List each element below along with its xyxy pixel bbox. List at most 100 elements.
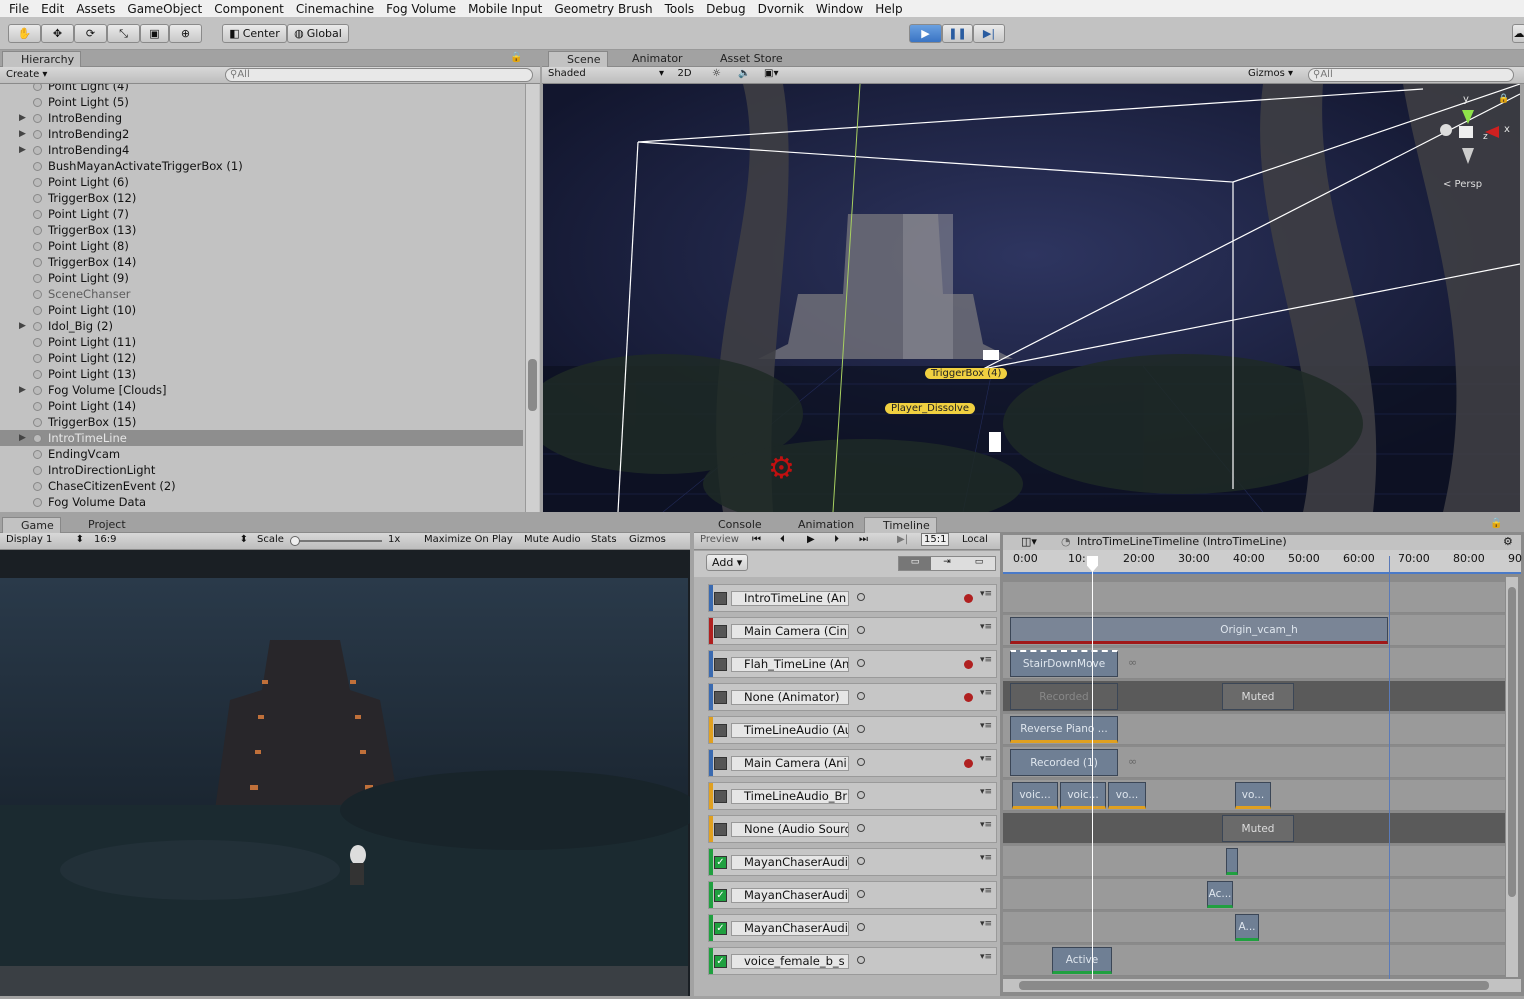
track-menu-icon[interactable]: ▾≡ [980,952,992,962]
timeline-track-header[interactable]: ✓MayanChaserAudi▾≡ [708,848,997,876]
pivot-center-button[interactable]: ◧Center [222,24,287,43]
hierarchy-item[interactable]: Point Light (8) [0,238,523,254]
track-menu-icon[interactable]: ▾≡ [980,589,992,599]
target-icon[interactable] [857,923,865,931]
prev-frame-icon[interactable]: ⏴ [780,534,785,545]
timeline-track-header[interactable]: TimeLineAudio (Au▾≡ [708,716,997,744]
track-toggle[interactable] [714,691,727,704]
move-tool-button[interactable]: ✥ [41,24,74,43]
track-menu-icon[interactable]: ▾≡ [980,886,992,896]
menu-assets[interactable]: Assets [70,2,121,16]
track-toggle[interactable] [714,658,727,671]
clip-voice[interactable]: voic... [1012,782,1058,809]
scrollbar-thumb[interactable] [1508,587,1516,897]
expand-arrow-icon[interactable]: ▶ [19,142,26,158]
timeline-track-header[interactable]: Main Camera (Ani ▾≡ [708,749,997,777]
timeline-track-header[interactable]: Main Camera (Cin▾≡ [708,617,997,645]
hierarchy-item[interactable]: Point Light (14) [0,398,523,414]
2d-toggle[interactable]: 2D [672,68,697,82]
expand-arrow-icon[interactable]: ▶ [19,318,26,334]
tab-asset-store[interactable]: Asset Store [702,51,789,67]
track-menu-icon[interactable]: ▾≡ [980,754,992,764]
track-binding-field[interactable]: MayanChaserAudi [731,855,849,870]
hierarchy-item[interactable]: TriggerBox (15) [0,414,523,430]
tab-scene[interactable]: Scene [548,51,608,67]
track-menu-icon[interactable]: ▾≡ [980,688,992,698]
tab-game[interactable]: Game [2,517,61,533]
hierarchy-item[interactable]: Point Light (9) [0,270,523,286]
timeline-lane[interactable] [1003,846,1505,877]
pause-button[interactable]: ❚❚ [942,24,973,43]
menu-geometry-brush[interactable]: Geometry Brush [548,2,658,16]
playhead-line[interactable] [1092,556,1093,980]
hierarchy-item[interactable]: Point Light (13) [0,366,523,382]
hand-tool-button[interactable]: ✋ [8,24,41,43]
scrollbar-thumb[interactable] [1019,981,1489,990]
track-toggle[interactable] [714,592,727,605]
hierarchy-item[interactable]: TriggerBox (13) [0,222,523,238]
track-toggle[interactable]: ✓ [714,922,727,935]
collab-button[interactable]: ☁ [1512,24,1524,43]
effects-icon[interactable]: ▣▾ [764,68,778,79]
target-icon[interactable] [857,626,865,634]
scene-view[interactable]: y x z < Persp 🔒 TriggerBox (4) Player_Di… [543,84,1520,512]
record-icon[interactable] [964,660,973,669]
target-icon[interactable] [857,857,865,865]
menu-help[interactable]: Help [869,2,908,16]
expand-arrow-icon[interactable]: ▶ [19,110,26,126]
menu-window[interactable]: Window [810,2,869,16]
audio-icon[interactable]: 🔈 [738,68,750,79]
hierarchy-item[interactable]: ▶IntroBending [0,110,523,126]
clip-muted[interactable]: Muted [1222,815,1294,842]
hierarchy-item[interactable]: Fog Volume Data [0,494,523,510]
track-menu-icon[interactable]: ▾≡ [980,787,992,797]
clip-voice[interactable]: voic... [1060,782,1106,809]
target-icon[interactable] [857,593,865,601]
record-icon[interactable] [964,759,973,768]
timeline-vscrollbar[interactable] [1506,577,1518,977]
track-toggle[interactable] [714,790,727,803]
track-toggle[interactable] [714,823,727,836]
clip-voice[interactable]: vo... [1108,782,1146,809]
target-icon[interactable] [857,890,865,898]
game-gizmos-button[interactable]: Gizmos [629,534,666,545]
preview-button[interactable]: Preview [700,534,739,545]
track-binding-field[interactable]: Flah_TimeLine (An [731,657,849,672]
hierarchy-scrollbar[interactable] [525,84,539,512]
timeline-view-icon[interactable]: ◫▾ [1021,535,1037,548]
menu-file[interactable]: File [3,2,35,16]
timeline-track-header[interactable]: ✓voice_female_b_s▾≡ [708,947,997,975]
clip-activation[interactable]: A... [1235,914,1259,941]
clip-reverse-piano[interactable]: Reverse Piano ... [1010,716,1118,743]
rect-tool-button[interactable]: ▣ [140,24,169,43]
target-icon[interactable] [857,791,865,799]
timeline-track-header[interactable]: ✓MayanChaserAudi▾≡ [708,914,997,942]
menu-cinemachine[interactable]: Cinemachine [290,2,380,16]
gear-icon[interactable]: ⚙ [1503,535,1513,548]
time-ruler[interactable]: 0:00 10: 20:00 30:00 40:00 50:00 60:00 7… [1003,550,1521,574]
hierarchy-item[interactable]: ▶Fog Volume [Clouds] [0,382,523,398]
hierarchy-item[interactable]: SceneChanser [0,286,523,302]
hierarchy-item[interactable]: Point Light (6) [0,174,523,190]
play-icon[interactable]: ▶ [807,534,815,545]
game-view[interactable] [0,550,690,996]
track-binding-field[interactable]: MayanChaserAudi [731,921,849,936]
tab-console[interactable]: Console [700,517,768,533]
track-toggle[interactable] [714,757,727,770]
track-binding-field[interactable]: MayanChaserAudi [731,888,849,903]
next-frame-icon[interactable]: ⏵ [834,534,839,545]
record-icon[interactable] [964,693,973,702]
timeline-track-header[interactable]: ✓MayanChaserAudi▾≡ [708,881,997,909]
clip-stairdownmove[interactable]: StairDownMove [1010,650,1118,677]
local-toggle[interactable]: Local [962,534,988,545]
track-toggle[interactable]: ✓ [714,955,727,968]
expand-arrow-icon[interactable]: ▶ [19,430,26,446]
clip-recorded-1[interactable]: Recorded (1) [1010,749,1118,776]
stats-button[interactable]: Stats [591,534,617,545]
track-binding-field[interactable]: Main Camera (Ani [731,756,849,771]
hierarchy-search-input[interactable]: ⚲All [225,68,533,82]
player-dissolve-label[interactable]: Player_Dissolve [885,403,975,414]
transform-tool-button[interactable]: ⊕ [169,24,202,43]
menu-edit[interactable]: Edit [35,2,70,16]
scale-slider[interactable] [290,540,382,542]
